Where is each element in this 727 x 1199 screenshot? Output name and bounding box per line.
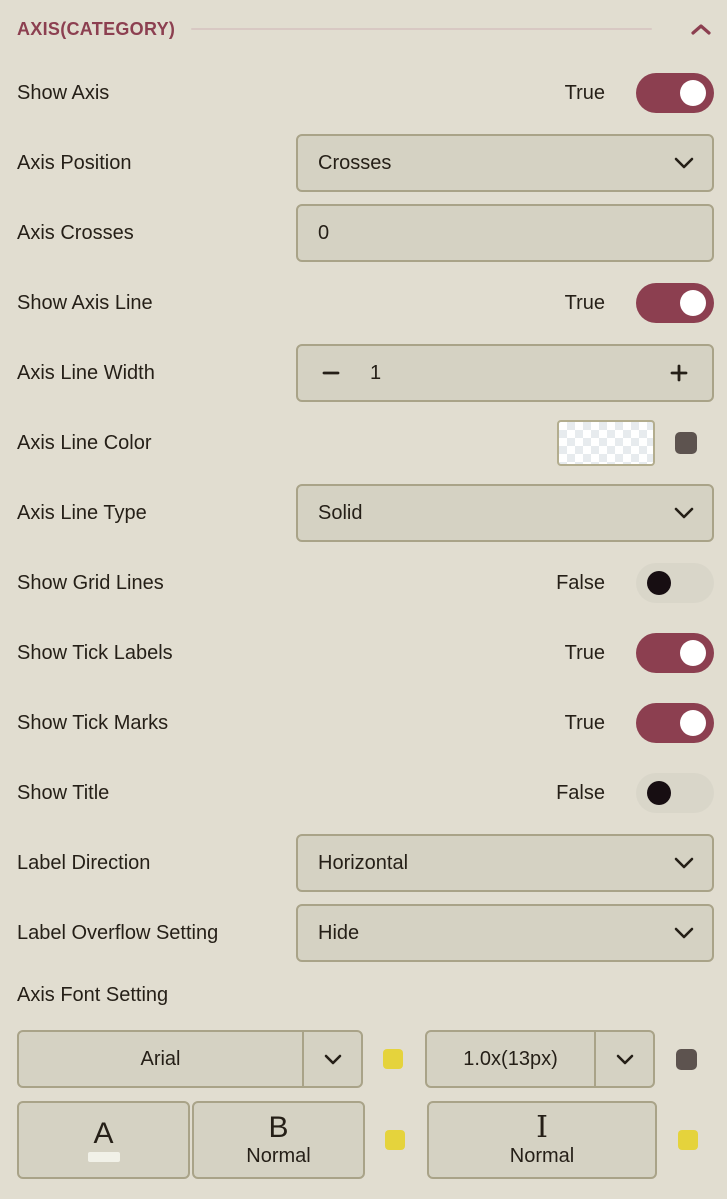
select-value: Hide <box>318 922 359 945</box>
chevron-down-icon <box>674 927 694 939</box>
font-family-value: Arial <box>19 1032 302 1086</box>
italic-letter: I <box>536 1113 548 1143</box>
collapse-section-button[interactable] <box>688 21 714 38</box>
setting-label: Axis Crosses <box>17 222 134 245</box>
axis-line-type-select[interactable]: Solid <box>296 484 714 542</box>
font-row-style-buttons: A B Normal I Normal <box>17 1101 714 1179</box>
setting-label: Show Grid Lines <box>17 572 164 595</box>
setting-label: Show Axis Line <box>17 292 153 315</box>
header-divider <box>191 28 652 30</box>
font-setting-header: Axis Font Setting <box>17 968 714 1022</box>
plus-icon <box>668 362 690 384</box>
setting-row-show-grid-lines: Show Grid Lines False <box>17 548 714 618</box>
toggle-knob <box>680 640 706 666</box>
font-size-theme-chip[interactable] <box>676 1049 697 1070</box>
show-tick-labels-toggle[interactable] <box>636 633 714 673</box>
setting-label: Label Direction <box>17 852 150 875</box>
select-value: Solid <box>318 502 362 525</box>
section-title: AXIS(CATEGORY) <box>17 19 175 40</box>
label-direction-select[interactable]: Horizontal <box>296 834 714 892</box>
minus-icon <box>320 362 342 384</box>
setting-label: Axis Line Color <box>17 432 152 455</box>
toggle-knob <box>647 571 671 595</box>
show-grid-lines-toggle[interactable] <box>636 563 714 603</box>
select-value: Crosses <box>318 152 391 175</box>
chevron-down-icon <box>594 1032 653 1086</box>
setting-row-axis-position: Axis Position Crosses <box>17 128 714 198</box>
select-value: Horizontal <box>318 852 408 875</box>
font-family-select[interactable]: Arial <box>17 1030 363 1088</box>
setting-label: Axis Line Type <box>17 502 147 525</box>
font-italic-color-chip[interactable] <box>678 1130 698 1150</box>
chevron-up-icon <box>690 23 712 36</box>
setting-label: Show Tick Marks <box>17 712 168 735</box>
toggle-value: True <box>565 292 605 315</box>
font-color-letter: A <box>93 1119 113 1149</box>
label-overflow-select[interactable]: Hide <box>296 904 714 962</box>
stepper-value: 1 <box>370 362 381 385</box>
theme-color-chip[interactable] <box>675 432 697 454</box>
setting-row-axis-crosses: Axis Crosses <box>17 198 714 268</box>
show-axis-line-toggle[interactable] <box>636 283 714 323</box>
decrement-button[interactable] <box>318 360 344 386</box>
toggle-value: False <box>556 782 605 805</box>
axis-position-select[interactable]: Crosses <box>296 134 714 192</box>
toggle-value: True <box>565 712 605 735</box>
font-setting-label: Axis Font Setting <box>17 984 168 1007</box>
setting-row-axis-line-color: Axis Line Color <box>17 408 714 478</box>
font-bold-button[interactable]: B Normal <box>192 1101 365 1179</box>
font-bold-color-chip[interactable] <box>385 1130 405 1150</box>
chevron-down-icon <box>302 1032 361 1086</box>
toggle-value: True <box>565 642 605 665</box>
toggle-value: False <box>556 572 605 595</box>
italic-value: Normal <box>510 1145 574 1168</box>
setting-row-show-title: Show Title False <box>17 758 714 828</box>
axis-line-width-stepper: 1 <box>296 344 714 402</box>
setting-label: Label Overflow Setting <box>17 922 218 945</box>
axis-crosses-field <box>296 204 714 262</box>
font-size-select[interactable]: 1.0x(13px) <box>425 1030 655 1088</box>
section-header: AXIS(CATEGORY) <box>17 0 714 58</box>
setting-row-show-tick-labels: Show Tick Labels True <box>17 618 714 688</box>
font-color-button[interactable]: A <box>17 1101 190 1179</box>
font-row-family-size: Arial 1.0x(13px) <box>17 1030 714 1088</box>
setting-label: Show Axis <box>17 82 109 105</box>
bold-letter: B <box>268 1113 288 1143</box>
setting-label: Axis Position <box>17 152 132 175</box>
setting-label: Show Tick Labels <box>17 642 173 665</box>
axis-settings-panel: AXIS(CATEGORY) Show Axis True Axis Posit… <box>0 0 727 1179</box>
font-family-color-chip[interactable] <box>383 1049 403 1069</box>
chevron-down-icon <box>674 157 694 169</box>
setting-label: Show Title <box>17 782 109 805</box>
setting-row-axis-line-type: Axis Line Type Solid <box>17 478 714 548</box>
setting-row-show-tick-marks: Show Tick Marks True <box>17 688 714 758</box>
show-tick-marks-toggle[interactable] <box>636 703 714 743</box>
font-italic-button[interactable]: I Normal <box>427 1101 657 1179</box>
font-size-value: 1.0x(13px) <box>427 1032 594 1086</box>
show-axis-toggle[interactable] <box>636 73 714 113</box>
setting-label: Axis Line Width <box>17 362 155 385</box>
axis-crosses-input[interactable] <box>298 206 712 260</box>
color-controls <box>557 420 714 466</box>
bold-value: Normal <box>246 1145 310 1168</box>
toggle-knob <box>680 80 706 106</box>
chevron-down-icon <box>674 507 694 519</box>
toggle-knob <box>680 290 706 316</box>
setting-row-label-overflow: Label Overflow Setting Hide <box>17 898 714 968</box>
font-color-indicator <box>88 1152 120 1162</box>
toggle-knob <box>647 781 671 805</box>
toggle-knob <box>680 710 706 736</box>
axis-line-color-swatch[interactable] <box>557 420 655 466</box>
setting-row-label-direction: Label Direction Horizontal <box>17 828 714 898</box>
chevron-down-icon <box>674 857 694 869</box>
setting-row-axis-line-width: Axis Line Width 1 <box>17 338 714 408</box>
increment-button[interactable] <box>666 360 692 386</box>
setting-row-show-axis: Show Axis True <box>17 58 714 128</box>
show-title-toggle[interactable] <box>636 773 714 813</box>
setting-row-show-axis-line: Show Axis Line True <box>17 268 714 338</box>
toggle-value: True <box>565 82 605 105</box>
